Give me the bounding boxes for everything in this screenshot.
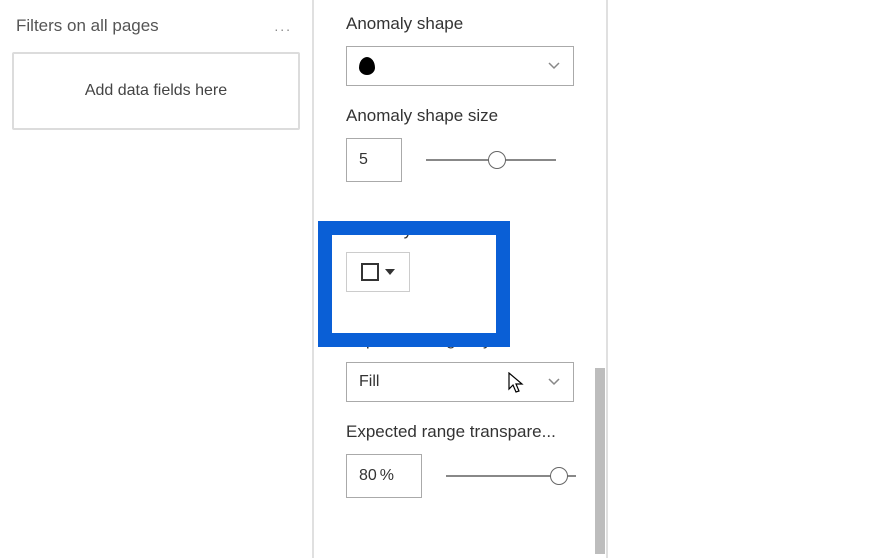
expected-range-style-dropdown[interactable]: Fill [346,362,574,402]
expected-range-transparency-label: Expected range transpare... [346,422,576,442]
anomaly-color-picker[interactable] [346,252,410,292]
more-options-button[interactable]: ... [270,18,296,34]
anomaly-shape-size-value: 5 [359,151,368,169]
slider-thumb[interactable] [550,467,568,485]
filters-pane: Filters on all pages ... Add data fields… [0,0,314,558]
anomaly-shape-size-row: 5 [346,138,578,182]
anomaly-shape-size-label: Anomaly shape size [346,106,578,126]
anomaly-color-label: Anomaly color [346,220,578,240]
percent-unit: % [380,467,394,485]
anomaly-shape-dropdown[interactable] [346,46,574,86]
expected-range-transparency-value: 80 [359,467,377,485]
anomaly-shape-label: Anomaly shape [346,14,578,34]
slider-thumb[interactable] [488,151,506,169]
expected-range-transparency-input[interactable]: 80 % [346,454,422,498]
chevron-down-icon [547,59,561,73]
chevron-down-icon [547,375,561,389]
add-fields-placeholder: Add data fields here [85,82,227,99]
expected-range-transparency-slider[interactable] [446,466,576,486]
drop-icon [359,57,375,75]
filters-header: Filters on all pages ... [12,16,300,46]
expected-range-style-label: Expected range style [346,330,578,350]
add-data-fields-dropzone[interactable]: Add data fields here [12,52,300,130]
caret-down-icon [385,269,395,275]
scrollbar[interactable] [595,368,605,554]
filters-pane-title: Filters on all pages [16,16,159,36]
expected-range-transparency-row: 80 % [346,454,578,498]
color-swatch [361,263,379,281]
format-pane: Anomaly shape Anomaly shape size 5 Anoma… [318,0,608,558]
anomaly-shape-size-input[interactable]: 5 [346,138,402,182]
expected-range-style-value: Fill [359,373,379,391]
anomaly-shape-size-slider[interactable] [426,150,556,170]
anomaly-color-section: Anomaly color [346,182,578,292]
